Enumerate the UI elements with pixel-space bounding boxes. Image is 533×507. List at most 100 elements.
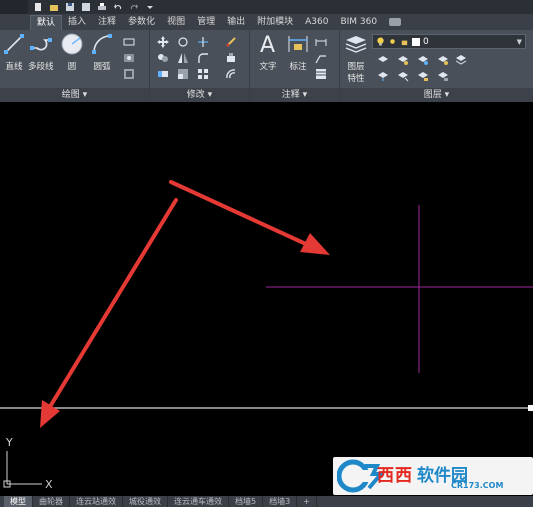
customize-toolbar-icon[interactable] xyxy=(144,2,156,12)
line-endpoint-grip[interactable] xyxy=(528,405,533,411)
ucs-y-label: Y xyxy=(5,436,13,449)
layer-properties-tool[interactable]: 图层 特性 xyxy=(344,32,368,84)
quick-access-toolbar xyxy=(0,0,533,14)
layer-dropdown[interactable]: 0 ▼ xyxy=(372,34,526,49)
text-tool[interactable]: A 文字 xyxy=(256,32,280,72)
layout-tab-6[interactable]: 档墙3 xyxy=(263,496,298,507)
tab-a360[interactable]: A360 xyxy=(299,15,334,30)
svg-text:A: A xyxy=(260,33,275,56)
mirror-icon[interactable] xyxy=(176,52,190,64)
line-icon xyxy=(4,34,24,54)
undo-icon[interactable] xyxy=(112,2,124,12)
modify-panel: 修改 ▾ xyxy=(150,30,250,102)
save-icon[interactable] xyxy=(64,2,76,12)
unlock-icon xyxy=(401,40,408,46)
polyline-tool[interactable]: 多段线 xyxy=(28,32,54,72)
arc-tool[interactable]: 圆弧 xyxy=(90,32,114,72)
make-current-icon[interactable] xyxy=(376,70,390,82)
layout-tab-5[interactable]: 档墙5 xyxy=(229,496,264,507)
drawing-canvas[interactable]: Y X xyxy=(0,103,533,496)
explode-icon[interactable] xyxy=(224,52,238,64)
circle-tool[interactable]: 圆 xyxy=(60,32,84,72)
layer-walk-icon[interactable] xyxy=(454,54,468,66)
layer-unlock-icon[interactable] xyxy=(436,70,450,82)
tab-parametric[interactable]: 参数化 xyxy=(122,15,161,30)
layout-tab-1[interactable]: 曲轮器 xyxy=(33,496,70,507)
move-icon[interactable] xyxy=(156,36,170,48)
tab-addins[interactable]: 附加模块 xyxy=(251,15,299,30)
layout-tab-4[interactable]: 连云通车通效 xyxy=(168,496,229,507)
offset-icon[interactable] xyxy=(224,68,238,80)
dimension-tool[interactable]: 标注 xyxy=(286,32,310,72)
ucs-icon: Y X xyxy=(3,436,53,491)
layer-off-icon[interactable] xyxy=(436,54,450,66)
rotate-icon[interactable] xyxy=(176,36,190,48)
table-icon[interactable] xyxy=(314,68,328,80)
chevron-down-icon: ▼ xyxy=(516,37,522,46)
canvas-svg: Y X xyxy=(0,180,533,491)
annotation-panel: A 文字 标注 注释 ▾ xyxy=(250,30,340,102)
draw-panel: 直线 多段线 圆 圆弧 绘图 ▾ xyxy=(0,30,150,102)
ribbon-options-toggle[interactable] xyxy=(383,15,407,30)
layout-tab-model[interactable]: 模型 xyxy=(4,496,33,507)
circle-icon xyxy=(61,33,83,55)
rectangle-icon[interactable] xyxy=(122,36,136,48)
layers-panel-title[interactable]: 图层 ▾ xyxy=(340,88,533,102)
application-menu-button[interactable] xyxy=(0,0,28,14)
tab-bim360[interactable]: BIM 360 xyxy=(334,15,383,30)
layer-freeze-icon[interactable] xyxy=(416,54,430,66)
polyline-icon xyxy=(29,38,52,51)
scale-icon[interactable] xyxy=(176,68,190,80)
arrow-to-crosshair xyxy=(169,180,330,255)
hatch-icon[interactable] xyxy=(122,52,136,64)
current-layer-name: 0 xyxy=(423,36,429,47)
dimension-icon xyxy=(288,36,308,52)
ribbon-tab-bar: 默认 插入 注释 参数化 视图 管理 输出 附加模块 A360 BIM 360 xyxy=(0,14,533,30)
match-layer-icon[interactable] xyxy=(396,70,410,82)
layer-properties-icon xyxy=(345,36,367,53)
annotation-panel-title[interactable]: 注释 ▾ xyxy=(250,88,339,102)
layout-tab-3[interactable]: 城役通效 xyxy=(123,496,168,507)
arrow-to-ucs xyxy=(40,198,178,428)
modify-panel-title[interactable]: 修改 ▾ xyxy=(150,88,249,102)
tab-insert[interactable]: 插入 xyxy=(62,15,92,30)
tab-default[interactable]: 默认 xyxy=(30,15,63,30)
line-tool[interactable]: 直线 xyxy=(2,32,26,72)
stretch-icon[interactable] xyxy=(156,68,170,80)
arc-icon xyxy=(92,34,112,54)
sun-icon xyxy=(390,39,395,44)
erase-icon[interactable] xyxy=(224,36,238,48)
layer-lock-icon[interactable] xyxy=(416,70,430,82)
bulb-icon xyxy=(377,37,384,46)
site-watermark: 西西 软件园 CR173.COM xyxy=(333,457,533,495)
layout-tab-2[interactable]: 连云站通效 xyxy=(70,496,123,507)
array-icon[interactable] xyxy=(196,68,210,80)
watermark-url: CR173.COM xyxy=(451,481,504,490)
save-as-icon[interactable] xyxy=(80,2,92,12)
layer-state-icon[interactable] xyxy=(376,54,390,66)
redo-icon[interactable] xyxy=(128,2,140,12)
watermark-brand: 西西 xyxy=(377,466,413,486)
tab-output[interactable]: 输出 xyxy=(221,15,251,30)
ucs-x-label: X xyxy=(45,478,53,491)
fillet-icon[interactable] xyxy=(196,52,210,64)
tab-annotate[interactable]: 注释 xyxy=(92,15,122,30)
layer-isolate-icon[interactable] xyxy=(396,54,410,66)
tab-view[interactable]: 视图 xyxy=(161,15,191,30)
ribbon: 直线 多段线 圆 圆弧 绘图 ▾ 修改 ▾ A 文字 标注 注释 ▾ 图层 特性… xyxy=(0,30,533,102)
trim-icon[interactable] xyxy=(196,36,210,48)
print-icon[interactable] xyxy=(96,2,108,12)
linear-dimension-icon[interactable] xyxy=(314,36,328,48)
copy-icon[interactable] xyxy=(156,52,170,64)
open-icon[interactable] xyxy=(48,2,60,12)
text-icon: A xyxy=(260,33,275,56)
new-icon[interactable] xyxy=(32,2,44,12)
draw-panel-title[interactable]: 绘图 ▾ xyxy=(0,88,149,102)
gradient-icon[interactable] xyxy=(122,68,136,80)
toggle-icon xyxy=(389,17,402,26)
tab-manage[interactable]: 管理 xyxy=(191,15,221,30)
leader-icon[interactable] xyxy=(314,52,328,64)
add-layout-button[interactable]: + xyxy=(297,496,317,507)
layer-color-swatch xyxy=(412,37,420,46)
layout-tab-bar: 模型 曲轮器 连云站通效 城役通效 连云通车通效 档墙5 档墙3 + xyxy=(0,496,533,507)
